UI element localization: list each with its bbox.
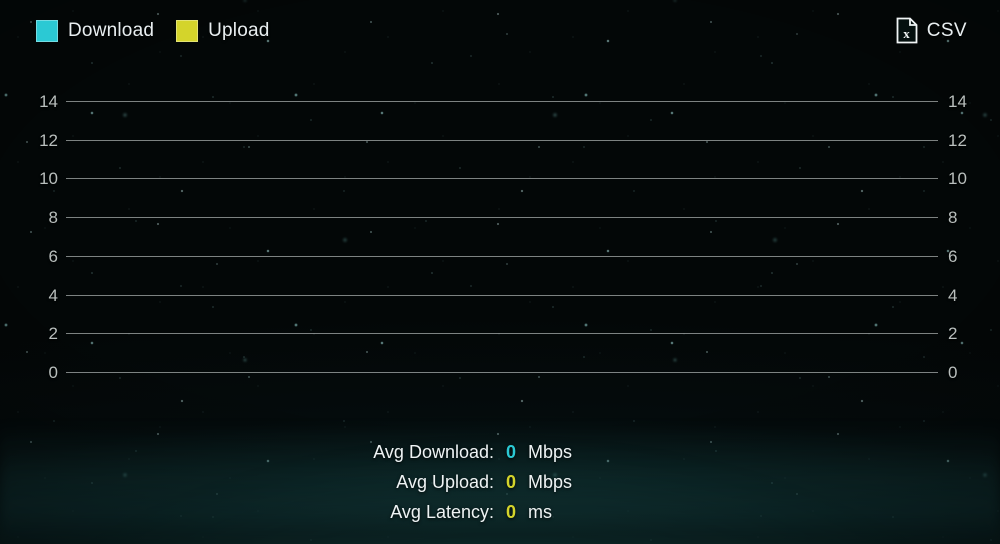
y-axis-tick-right: 8 <box>948 208 958 228</box>
legend-item-download[interactable]: Download <box>36 20 154 42</box>
export-csv-button[interactable]: x CSV <box>896 17 967 44</box>
y-axis-tick-right: 12 <box>948 130 967 150</box>
stat-value-avg-upload: 0 <box>505 472 516 492</box>
stat-label-avg-latency: Avg Latency: <box>390 502 494 522</box>
legend-swatch-download-icon <box>36 20 58 42</box>
legend-label-download: Download <box>68 20 155 41</box>
stat-value-avg-latency: 0 <box>505 502 516 522</box>
gridline <box>66 371 938 373</box>
stat-label-avg-download: Avg Download: <box>373 442 494 462</box>
stat-unit-avg-upload: Mbps <box>528 472 573 492</box>
chart-legend: Download Upload <box>36 20 270 42</box>
export-csv-label: CSV <box>926 19 967 41</box>
legend-label-upload: Upload <box>208 20 270 41</box>
legend-item-upload[interactable]: Upload <box>176 20 269 42</box>
y-axis-tick-right: 14 <box>948 92 967 111</box>
legend-swatch-upload-icon <box>176 20 199 42</box>
stat-unit-avg-download: Mbps <box>528 442 573 462</box>
grid-row: 6 6 <box>0 248 1000 265</box>
grid-row: 14 14 <box>0 93 1000 110</box>
grid-row: 2 2 <box>0 325 1000 342</box>
stat-value-avg-download: 0 <box>505 442 516 462</box>
gridline <box>66 294 938 296</box>
grid-row: 10 10 <box>0 170 1000 187</box>
gridline <box>66 255 938 257</box>
y-axis-tick-left: 8 <box>48 208 58 228</box>
stat-row-avg-download: Avg Download: 0 Mbps <box>0 442 1000 463</box>
gridline <box>66 333 938 335</box>
grid-row: 12 12 <box>0 132 1000 149</box>
y-axis-tick-left: 4 <box>48 285 58 305</box>
stat-label-avg-upload: Avg Upload: <box>396 472 494 492</box>
y-axis-tick-left: 10 <box>39 169 58 189</box>
y-axis-tick-left: 0 <box>48 362 58 382</box>
speedtest-graph-screen: Download Upload x CSV 14 14 12 12 10 10 … <box>0 0 1000 544</box>
svg-text:x: x <box>903 26 910 41</box>
y-axis-tick-right: 10 <box>948 169 967 189</box>
gridline <box>66 139 938 141</box>
grid-row: 0 0 <box>0 364 1000 381</box>
y-axis-tick-left: 6 <box>48 246 58 266</box>
y-axis-tick-left: 12 <box>39 130 58 150</box>
csv-file-icon: x <box>896 17 918 44</box>
gridline <box>66 178 938 180</box>
chart-toolbar: Download Upload x CSV <box>0 0 1000 62</box>
y-axis-tick-right: 6 <box>948 246 958 266</box>
y-axis-tick-right: 2 <box>948 324 958 344</box>
summary-stats: Avg Download: 0 Mbps Avg Upload: 0 Mbps … <box>0 442 1000 523</box>
y-axis-tick-left: 2 <box>48 324 58 344</box>
y-axis-tick-right: 0 <box>948 362 958 382</box>
stat-row-avg-upload: Avg Upload: 0 Mbps <box>0 472 1000 493</box>
grid-row: 8 8 <box>0 209 1000 226</box>
y-axis-tick-left: 14 <box>39 92 58 111</box>
y-axis-tick-right: 4 <box>948 285 958 305</box>
stat-row-avg-latency: Avg Latency: 0 ms <box>0 502 1000 523</box>
chart-plot-area[interactable]: 14 14 12 12 10 10 8 8 6 6 4 4 2 2 0 0 <box>0 86 1000 386</box>
stat-unit-avg-latency: ms <box>528 502 552 522</box>
gridline <box>66 217 938 219</box>
grid-row: 4 4 <box>0 287 1000 304</box>
gridline <box>66 101 938 102</box>
